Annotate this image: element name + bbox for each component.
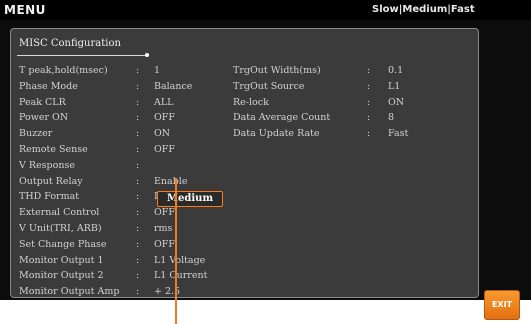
left_settings-value: OFF <box>154 144 175 155</box>
left_settings-label: Set Change Phase <box>19 238 107 250</box>
right_settings-separator: : <box>367 112 371 124</box>
left_settings-value: ALL <box>154 96 174 108</box>
left_settings-separator: : <box>136 112 140 124</box>
left_settings-separator: : <box>136 144 140 155</box>
right_settings-separator: : <box>367 65 371 76</box>
left_settings-label: External Control <box>19 207 100 219</box>
left_settings-label: Monitor Output 1 <box>19 254 104 266</box>
left_settings-separator: : <box>136 175 140 187</box>
right_settings-label: TrgOut Source <box>233 80 305 92</box>
left_settings-value: Enable <box>154 175 188 187</box>
left_settings-separator: : <box>136 207 140 219</box>
panel-title: MISC Configuration <box>19 38 121 49</box>
left_settings-separator: : <box>136 159 140 171</box>
left_settings-separator: : <box>136 286 140 298</box>
left_settings-separator: : <box>136 223 140 234</box>
left_settings-separator: : <box>136 80 140 92</box>
left_settings-value: OFF <box>154 207 175 219</box>
right_settings-label: TrgOut Width(ms) <box>233 65 321 76</box>
exit-label: EXIT <box>491 300 513 309</box>
left_settings-label: Phase Mode <box>19 80 78 92</box>
left_settings-label: T peak,hold(msec) <box>19 65 108 76</box>
left_settings-label: THD Format <box>19 191 80 203</box>
left_settings-separator: : <box>136 128 140 140</box>
exit-button[interactable]: EXIT <box>484 290 520 320</box>
left_settings-label: Monitor Output Amp <box>19 286 120 298</box>
left_settings-label: V Response <box>19 159 75 171</box>
left_settings-separator: : <box>136 254 140 266</box>
instrument-screen: MENU Slow|Medium|Fast MISC Configuration… <box>0 0 531 300</box>
left_settings-label: Peak CLR <box>19 96 66 108</box>
right_settings-value: 0.1 <box>388 65 404 76</box>
left_settings-value: 1 <box>154 65 161 76</box>
left_settings-value: Balance <box>154 80 193 92</box>
left_settings-separator: : <box>136 65 140 76</box>
left_settings-separator: : <box>136 238 140 250</box>
right_settings-label: Data Average Count <box>233 112 331 124</box>
right_settings-label: Data Update Rate <box>233 128 320 140</box>
right_settings-value: Fast <box>388 128 409 140</box>
right_settings-separator: : <box>367 96 371 108</box>
panel-title-marker <box>145 53 149 57</box>
right_settings-value: L1 <box>388 80 401 92</box>
left_settings-separator: : <box>136 191 140 203</box>
v-response-selected-field[interactable]: Medium <box>157 191 223 207</box>
right_settings-value: 8 <box>388 112 395 124</box>
left_settings-label: Power ON <box>19 112 69 124</box>
right_settings-separator: : <box>367 128 371 140</box>
misc-configuration-panel: MISC Configuration T peak,hold(msec): 1 Ph… <box>10 28 479 298</box>
left_settings-label: V Unit(TRI, ARB) <box>19 223 102 234</box>
right_settings-value: ON <box>388 96 405 108</box>
left_settings-value: OFF <box>154 238 175 250</box>
speed-options: Slow|Medium|Fast <box>372 4 475 15</box>
panel-title-underline <box>17 55 149 56</box>
menu-title: MENU <box>4 3 46 17</box>
title-bar: MENU Slow|Medium|Fast <box>0 0 531 20</box>
right_settings-label: Re-lock <box>233 96 269 108</box>
left_settings-value: L1 Current <box>154 270 208 282</box>
left_settings-label: Buzzer <box>19 128 53 140</box>
right_settings-separator: : <box>367 80 371 92</box>
v-response-value: Medium <box>166 193 214 204</box>
callout-line <box>175 178 177 324</box>
left_settings-label: Remote Sense <box>19 144 88 155</box>
left_settings-value: OFF <box>154 112 175 124</box>
left_settings-label: Output Relay <box>19 175 83 187</box>
left_settings-label: Monitor Output 2 <box>19 270 104 282</box>
left_settings-value: ON <box>154 128 171 140</box>
left_settings-value: L1 Voltage <box>154 254 206 266</box>
left_settings-separator: : <box>136 270 140 282</box>
left_settings-value: rms <box>154 223 173 234</box>
left_settings-separator: : <box>136 96 140 108</box>
